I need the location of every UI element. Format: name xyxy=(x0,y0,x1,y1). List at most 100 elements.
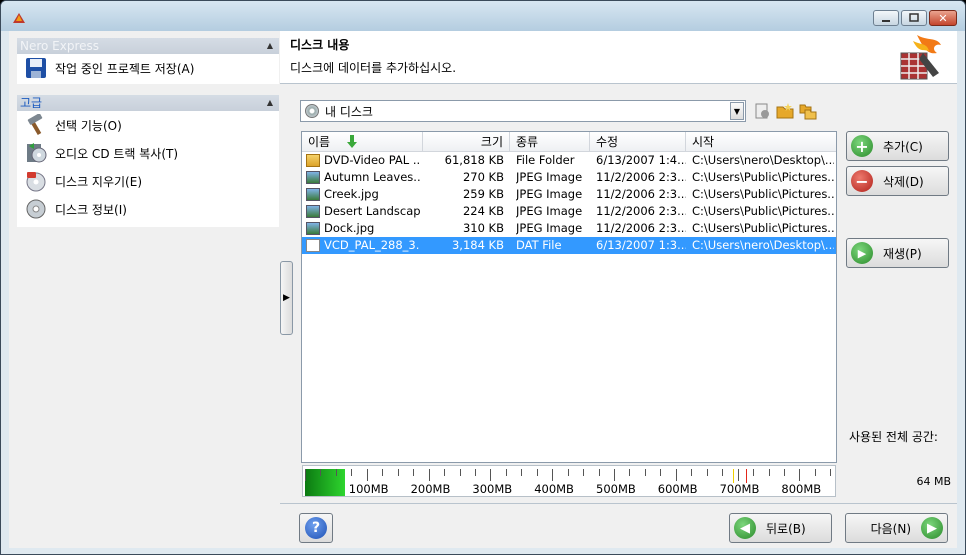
capacity-label: 300MB xyxy=(472,482,513,496)
capacity-tick xyxy=(737,469,739,481)
maximize-icon xyxy=(909,13,919,22)
properties-icon[interactable] xyxy=(753,102,771,120)
task-group-title: Nero Express xyxy=(20,39,100,53)
capacity-label: 600MB xyxy=(657,482,698,496)
add-button-label: 추가(C) xyxy=(883,139,923,154)
file-modified: 11/2/2006 2:3... xyxy=(596,170,686,184)
file-row[interactable]: DVD-Video PAL ... 61,818 KB File Folder 6/1… xyxy=(302,152,836,169)
task-pane: Nero Express ▲ 작업 중인 프로젝트 저장(A) 고급 ▲ 선택 … xyxy=(9,31,279,548)
capacity-label: 200MB xyxy=(410,482,451,496)
file-row[interactable]: Autumn Leaves.... 270 KB JPEG Image 11/2/20… xyxy=(302,169,836,186)
header-separator xyxy=(280,83,957,84)
file-row[interactable]: VCD_PAL_288_3... 3,184 KB DAT File 6/13/200… xyxy=(302,237,836,254)
capacity-tick xyxy=(521,469,523,476)
image-icon xyxy=(306,171,320,184)
column-header-modified[interactable]: 수정 xyxy=(590,132,686,151)
capacity-tick xyxy=(505,469,507,476)
capacity-tick xyxy=(783,469,785,476)
capacity-tick xyxy=(320,469,322,476)
collapse-caret-icon[interactable]: ▲ xyxy=(267,38,273,54)
capacity-tick xyxy=(413,469,415,476)
maximize-button[interactable] xyxy=(901,10,927,26)
capacity-tick xyxy=(614,469,615,481)
close-button[interactable]: ✕ xyxy=(929,10,957,26)
nero-logo-icon xyxy=(900,35,941,80)
next-button[interactable]: 다음(N) ▶ xyxy=(845,513,948,543)
back-button-label: 뒤로(B) xyxy=(766,521,806,536)
file-modified: 6/13/2007 1:3... xyxy=(596,238,686,252)
disc-contents-list[interactable]: 이름 크기 종류 수정 시작 DVD-Video PAL ... 61,818 K… xyxy=(301,131,837,463)
capacity-tick xyxy=(768,469,770,476)
task-copy-audio-cd[interactable]: 오디오 CD 트랙 복사(T) xyxy=(17,139,279,167)
minus-icon: − xyxy=(851,170,873,192)
dropdown-arrow-icon[interactable]: ▼ xyxy=(730,102,744,120)
file-origin: C:\Users\Public\Pictures... xyxy=(692,170,834,184)
capacity-tick xyxy=(830,469,832,476)
play-icon: ▶ xyxy=(851,242,873,264)
disc-info-icon xyxy=(26,199,46,219)
capacity-tick xyxy=(305,469,306,481)
file-origin: C:\Users\Public\Pictures... xyxy=(692,187,834,201)
new-folder-icon[interactable] xyxy=(776,102,794,120)
task-options[interactable]: 선택 기능(O) xyxy=(17,111,279,139)
capacity-tick xyxy=(366,469,368,481)
column-header-size[interactable]: 크기 xyxy=(423,132,510,151)
file-row[interactable]: Creek.jpg 259 KB JPEG Image 11/2/2006 2:3..… xyxy=(302,186,836,203)
file-size: 310 KB xyxy=(462,221,504,235)
file-origin: C:\Users\Public\Pictures... xyxy=(692,204,834,218)
play-button[interactable]: ▶ 재생(P) xyxy=(846,238,949,268)
file-name: Desert Landscap... xyxy=(324,204,420,218)
audio-cd-copy-icon xyxy=(27,143,47,163)
file-size: 259 KB xyxy=(462,187,504,201)
column-header-row: 이름 크기 종류 수정 시작 xyxy=(302,132,836,152)
collapse-caret-icon[interactable]: ▲ xyxy=(267,95,273,111)
capacity-tick xyxy=(753,469,755,476)
file-row[interactable]: Desert Landscap... 224 KB JPEG Image 11/2/2… xyxy=(302,203,836,220)
capacity-label: 100MB xyxy=(348,482,389,496)
column-header-type[interactable]: 종류 xyxy=(510,132,590,151)
file-name: Autumn Leaves.... xyxy=(324,170,420,184)
column-header-origin[interactable]: 시작 xyxy=(686,132,836,151)
nero-app-icon xyxy=(13,13,25,23)
capacity-tick xyxy=(598,469,600,476)
file-type: File Folder xyxy=(516,153,575,167)
task-group-header[interactable]: 고급 ▲ xyxy=(17,95,279,111)
task-disc-info[interactable]: 디스크 정보(I) xyxy=(17,195,279,223)
task-group-nero-express: Nero Express ▲ 작업 중인 프로젝트 저장(A) xyxy=(17,38,279,84)
back-button[interactable]: ◀ 뒤로(B) xyxy=(729,513,832,543)
disc-icon xyxy=(305,104,319,118)
capacity-tick xyxy=(691,469,693,476)
column-header-name[interactable]: 이름 xyxy=(302,132,423,151)
task-erase-disc[interactable]: 디스크 지우기(E) xyxy=(17,167,279,195)
task-save-project[interactable]: 작업 중인 프로젝트 저장(A) xyxy=(17,54,279,82)
capacity-tick xyxy=(444,469,446,476)
file-type: JPEG Image xyxy=(516,204,583,218)
capacity-tick xyxy=(536,469,538,476)
file-name: Creek.jpg xyxy=(324,187,379,201)
file-icon xyxy=(306,239,320,252)
hammer-icon xyxy=(27,114,43,136)
file-size: 61,818 KB xyxy=(444,153,504,167)
capacity-mark-yellow xyxy=(733,469,734,483)
disc-name-combobox[interactable]: 내 디스크 ▼ xyxy=(300,100,746,122)
client-area: Nero Express ▲ 작업 중인 프로젝트 저장(A) 고급 ▲ 선택 … xyxy=(9,31,957,548)
file-type: JPEG Image xyxy=(516,170,583,184)
nero-express-window: ✕ Nero Express ▲ 작업 중인 프로젝트 저장(A) 고급 ▲ 선… xyxy=(0,0,966,555)
image-icon xyxy=(306,222,320,235)
task-group-advanced: 고급 ▲ 선택 기능(O) 오디오 CD 트랙 복사(T) 디스크 지우기(E)… xyxy=(17,95,279,227)
task-group-header[interactable]: Nero Express ▲ xyxy=(17,38,279,54)
play-button-label: 재생(P) xyxy=(883,246,922,261)
add-button[interactable]: + 추가(C) xyxy=(846,131,949,161)
file-size: 224 KB xyxy=(462,204,504,218)
task-group-title: 고급 xyxy=(20,96,43,110)
file-origin: C:\Users\nero\Desktop\... xyxy=(692,153,834,167)
capacity-tick xyxy=(799,469,801,481)
minimize-button[interactable] xyxy=(873,10,899,26)
copy-folders-icon[interactable] xyxy=(799,102,817,120)
capacity-tick xyxy=(706,469,708,476)
delete-button[interactable]: − 삭제(D) xyxy=(846,166,949,196)
capacity-tick xyxy=(583,469,585,476)
file-row[interactable]: Dock.jpg 310 KB JPEG Image 11/2/2006 2:3...… xyxy=(302,220,836,237)
page-subtitle: 디스크에 데이터를 추가하십시오. xyxy=(290,61,457,75)
help-button[interactable]: ? xyxy=(299,513,333,543)
